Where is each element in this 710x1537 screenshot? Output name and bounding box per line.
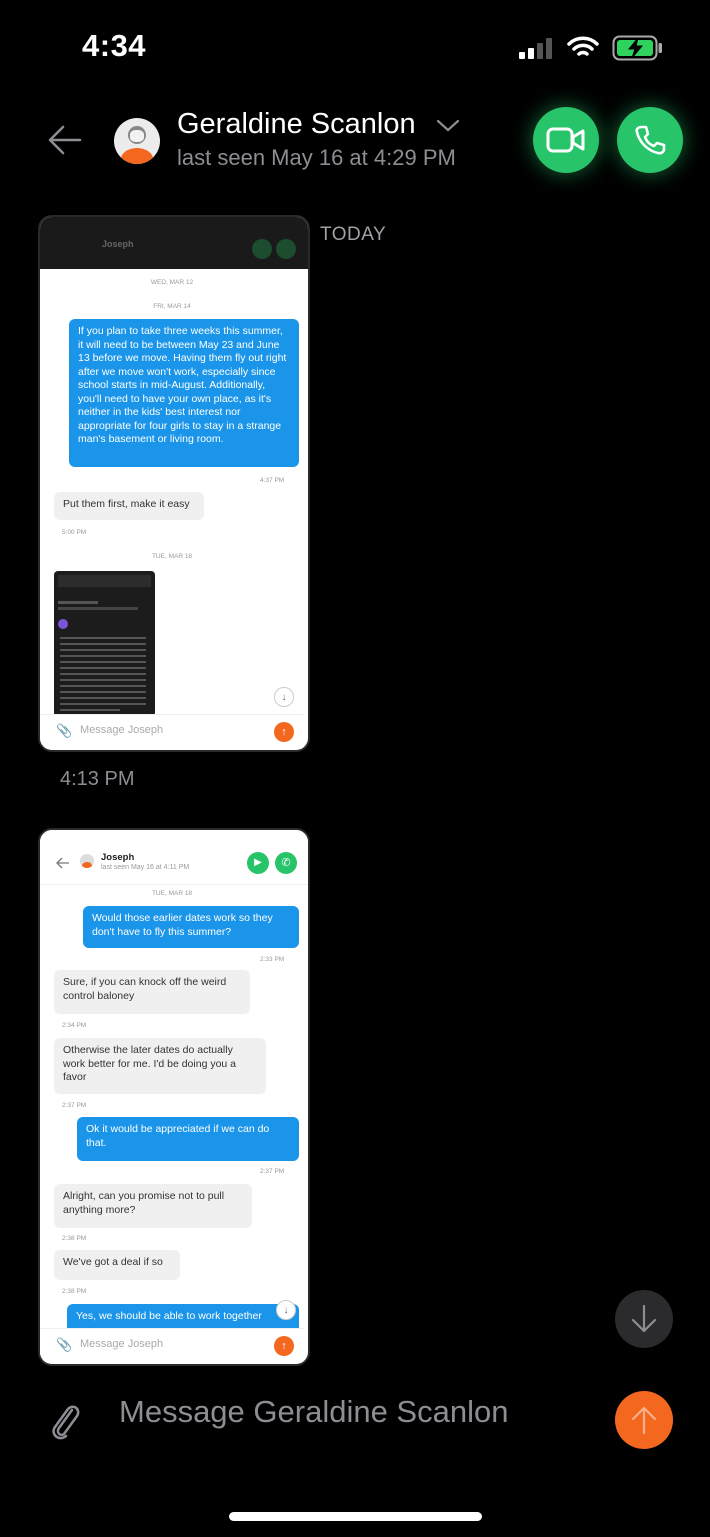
mini-message-out: If you plan to take three weeks this sum…	[69, 319, 299, 467]
image-attachment-1[interactable]: Joseph WED, MAR 12 FRI, MAR 14 If you pl…	[38, 215, 310, 752]
date-divider: TODAY	[320, 224, 387, 245]
mini-send-icon: ↑	[274, 722, 294, 742]
status-time: 4:34	[82, 28, 147, 63]
mini-message-time: 2:33 PM	[260, 956, 285, 963]
mini-header-sub: last seen May 16 at 4:11 PM	[101, 864, 190, 871]
mini-composer: 📎 Message Joseph ↑	[40, 1328, 304, 1363]
mini-send-icon: ↑	[274, 1336, 294, 1356]
video-call-button[interactable]	[533, 107, 599, 173]
mini-composer-placeholder: Message Joseph	[80, 724, 164, 736]
mini-message-out: Would those earlier dates work so they d…	[83, 906, 299, 948]
back-arrow-icon[interactable]	[48, 124, 82, 156]
mini-message-time: 4:37 PM	[260, 477, 285, 484]
mini-date-divider: TUE, MAR 18	[151, 890, 193, 897]
last-seen-status: last seen May 16 at 4:29 PM	[177, 145, 456, 170]
mini-message-time: 2:34 PM	[62, 1022, 87, 1029]
send-button[interactable]	[615, 1391, 673, 1449]
mini-composer-placeholder: Message Joseph	[80, 1338, 164, 1350]
mini-message-in: We've got a deal if so	[54, 1250, 180, 1280]
message-input[interactable]: Message Geraldine Scanlon	[119, 1394, 508, 1430]
mini-message-time: 2:38 PM	[62, 1288, 87, 1295]
phone-icon	[635, 125, 666, 155]
wifi-icon	[567, 36, 599, 56]
mini-back-arrow-icon	[56, 857, 69, 869]
mini-message-time: 2:37 PM	[62, 1102, 87, 1109]
mini-date-divider: FRI, MAR 14	[153, 303, 191, 310]
mini-message-time: 2:38 PM	[62, 1235, 87, 1242]
mini-message-in: Put them first, make it easy	[54, 492, 204, 520]
image-attachment-2[interactable]: Joseph last seen May 16 at 4:11 PM ▶ ✆ T…	[38, 828, 310, 1366]
mini-date-divider: TUE, MAR 18	[151, 553, 193, 560]
mini-message-time: 2:37 PM	[260, 1168, 285, 1175]
mini-header-name: Joseph	[101, 852, 135, 863]
voice-call-button[interactable]	[617, 107, 683, 173]
mini-message-in: Sure, if you can knock off the weird con…	[54, 970, 250, 1014]
contact-name[interactable]: Geraldine Scanlon	[177, 108, 416, 141]
send-arrow-icon	[631, 1406, 657, 1435]
mini-message-in: Alright, can you promise not to pull any…	[54, 1184, 252, 1228]
scroll-down-button[interactable]	[615, 1290, 673, 1348]
mini-message-out: Ok it would be appreciated if we can do …	[77, 1117, 299, 1161]
mini-message-in: Otherwise the later dates do actually wo…	[54, 1038, 266, 1094]
mini-avatar	[80, 854, 94, 868]
mini-video-icon: ▶	[247, 852, 269, 874]
home-indicator	[229, 1512, 482, 1521]
mini-paperclip-icon: 📎	[56, 723, 73, 738]
message-timestamp: 4:13 PM	[60, 768, 135, 790]
paperclip-icon[interactable]	[50, 1400, 82, 1442]
mini-header-name: Joseph	[102, 239, 134, 249]
video-icon	[546, 127, 585, 153]
scroll-down-icon	[631, 1304, 657, 1333]
battery-charging-icon	[612, 35, 662, 61]
avatar[interactable]	[114, 118, 160, 164]
mini-phone-icon: ✆	[275, 852, 297, 874]
mini-composer: 📎 Message Joseph ↑	[40, 714, 304, 749]
mini-scroll-down-icon: ↓	[274, 687, 294, 707]
mini-message-time: 5:00 PM	[62, 529, 87, 536]
nested-screenshot-thumbnail	[54, 571, 155, 717]
chevron-down-icon[interactable]	[436, 119, 460, 133]
mini-date-divider: WED, MAR 12	[150, 279, 194, 286]
mini-scroll-down-icon: ↓	[276, 1300, 296, 1320]
mini-paperclip-icon: 📎	[56, 1337, 73, 1352]
signal-icon	[519, 37, 555, 59]
